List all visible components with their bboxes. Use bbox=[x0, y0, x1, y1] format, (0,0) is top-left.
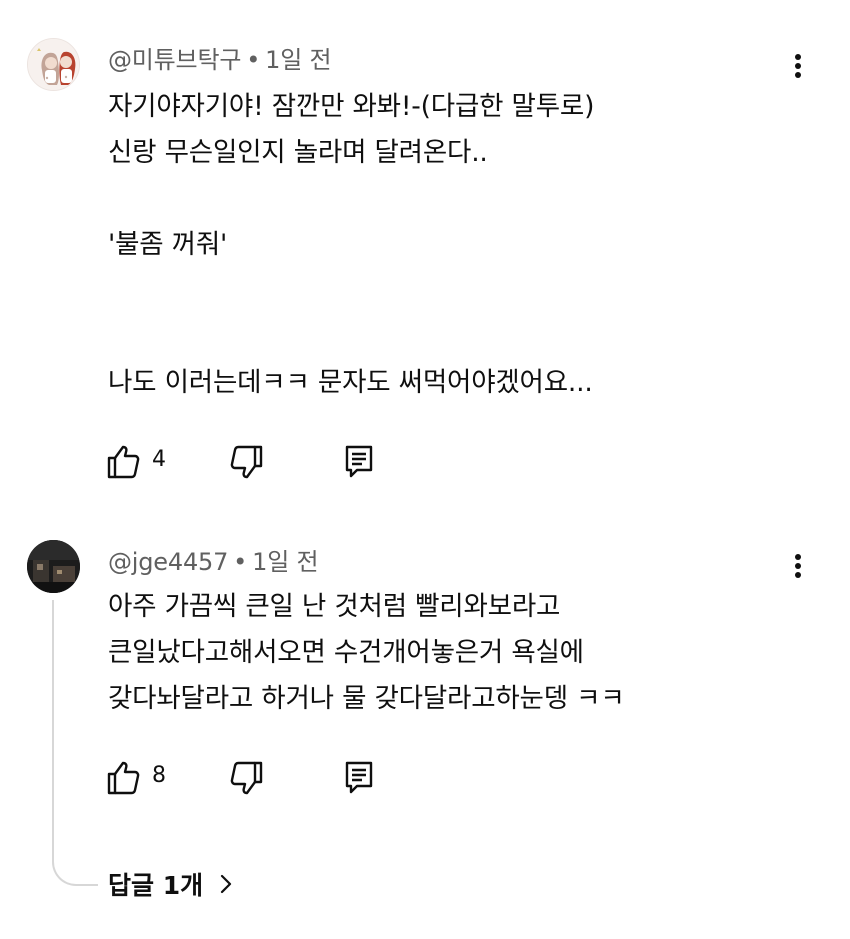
like-count: 8 bbox=[152, 763, 166, 788]
reply-button[interactable] bbox=[344, 442, 374, 482]
replies-count-label: 답글 1개 bbox=[108, 871, 204, 900]
comment-text: 자기야자기야! 잠깐만 와봐!-(다급한 말투로) 신랑 무슨일인지 놀라며 달… bbox=[108, 91, 595, 398]
thumbs-down-icon bbox=[230, 761, 263, 795]
reply-thread-line bbox=[52, 600, 98, 886]
comment-time[interactable]: 1일 전 bbox=[252, 548, 318, 576]
view-replies-button[interactable]: 답글 1개 bbox=[108, 862, 233, 906]
like-button[interactable]: 4 bbox=[106, 442, 166, 482]
more-options-button[interactable] bbox=[784, 46, 812, 86]
reply-icon bbox=[345, 445, 373, 478]
thumbs-down-icon bbox=[230, 445, 263, 479]
author-name[interactable]: @미튜브탁구 bbox=[108, 46, 241, 74]
thumbs-up-icon bbox=[107, 445, 140, 479]
comment-time[interactable]: 1일 전 bbox=[265, 46, 331, 74]
reply-icon bbox=[345, 761, 373, 794]
meta-separator: • bbox=[246, 46, 261, 74]
comment: @미튜브탁구 • 1일 전 자기야자기야! 잠깐만 와봐!-(다급한 말투로) 신랑… bbox=[0, 0, 850, 500]
dislike-button[interactable] bbox=[230, 442, 264, 482]
more-options-button[interactable] bbox=[784, 546, 812, 586]
avatar-illustration bbox=[28, 39, 79, 90]
avatar[interactable] bbox=[27, 540, 80, 593]
comment-meta: @미튜브탁구 • 1일 전 bbox=[108, 40, 332, 75]
comment-meta: @jge4457 • 1일 전 bbox=[108, 542, 319, 577]
like-button[interactable]: 8 bbox=[106, 758, 166, 798]
avatar-photo bbox=[27, 540, 80, 593]
avatar[interactable] bbox=[27, 38, 80, 91]
reply-button[interactable] bbox=[344, 758, 374, 798]
author-name[interactable]: @jge4457 bbox=[108, 548, 228, 576]
thumbs-up-icon bbox=[107, 761, 140, 795]
meta-separator: • bbox=[233, 548, 248, 576]
dislike-button[interactable] bbox=[230, 758, 264, 798]
comment-text: 아주 가끔씩 큰일 난 것처럼 빨리와보라고 큰일났다고해서오면 수건개어놓은거… bbox=[108, 591, 625, 714]
like-count: 4 bbox=[152, 447, 166, 472]
chevron-right-icon bbox=[221, 874, 232, 894]
